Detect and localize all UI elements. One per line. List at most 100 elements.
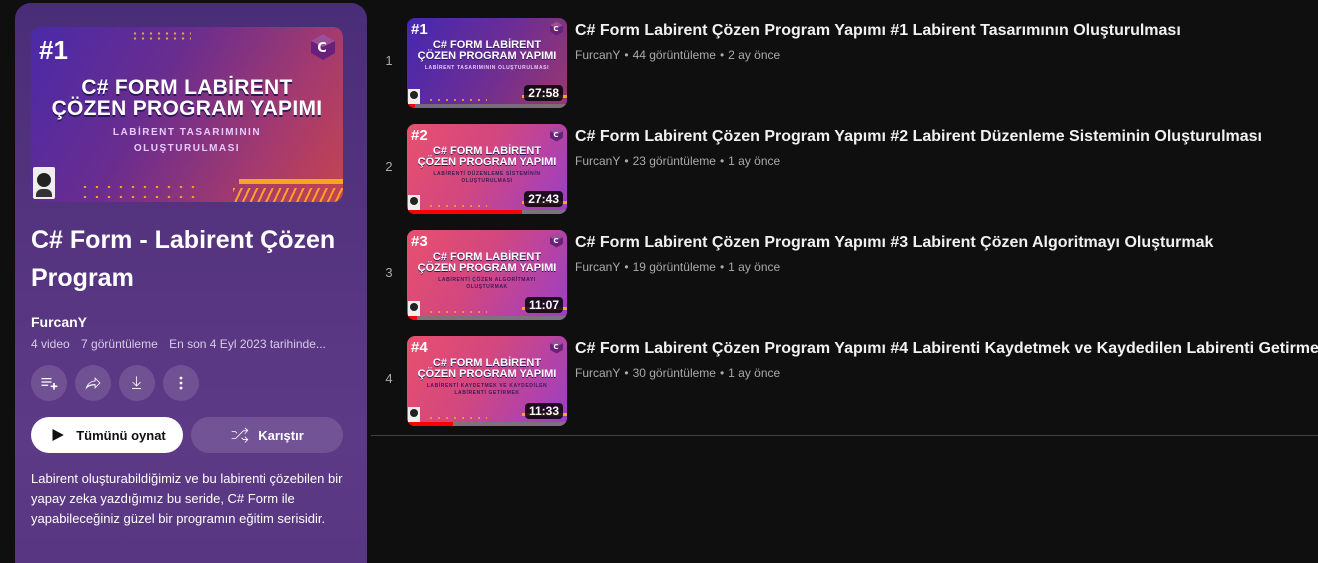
thumb-subtitle: LABİRENTİ DÜZENLEME SİSTEMİNİN OLUŞTURUL… <box>433 171 541 184</box>
cover-title-line2: ÇÖZEN PROGRAM YAPIMI <box>51 97 323 120</box>
video-count: 4 video <box>31 337 70 351</box>
playlist-video-row[interactable]: 2 #2 C C# FORM LABİRENT ÇÖZEN PROGRAM YAP… <box>371 118 1318 224</box>
video-info: C# Form Labirent Çözen Program Yapımı #4… <box>575 338 1318 380</box>
channel-name-link[interactable]: FurcanY <box>575 366 620 380</box>
csharp-logo-icon: C <box>550 233 563 248</box>
playlist-description: Labirent oluşturabildiğimiz ve bu labire… <box>31 471 343 526</box>
video-index: 2 <box>385 158 393 174</box>
watch-progress-fill <box>407 210 523 214</box>
thumb-avatar <box>408 407 420 422</box>
video-age: 1 ay önce <box>728 154 781 168</box>
playlist-meta: 4 video 7 görüntüleme En son 4 Eyl 2023 … <box>31 337 334 351</box>
cover-avatar <box>33 167 55 199</box>
download-button[interactable] <box>119 365 155 401</box>
video-views: 23 görüntüleme <box>632 154 716 168</box>
video-age: 2 ay önce <box>728 48 781 62</box>
cover-decoration <box>131 31 191 41</box>
play-all-label: Tümünü oynat <box>76 427 166 443</box>
watch-progress-bar <box>407 210 567 214</box>
shuffle-button[interactable]: Karıştır <box>191 417 343 453</box>
play-all-button[interactable]: Tümünü oynat <box>31 417 183 453</box>
save-to-library-button[interactable] <box>31 365 67 401</box>
cover-subtitle-line2: OLUŞTURULMASI <box>133 143 241 154</box>
thumb-number: #2 <box>411 127 428 144</box>
video-age: 1 ay önce <box>728 260 781 274</box>
thumb-subtitle: LABİRENTİ ÇÖZEN ALGORİTMAYI OLUŞTURMAK <box>438 277 536 290</box>
more-vert-icon <box>179 376 183 390</box>
meta-separator: • <box>719 366 725 380</box>
video-thumbnail[interactable]: #1 C C# FORM LABİRENT ÇÖZEN PROGRAM YAPIM… <box>407 18 567 108</box>
watch-progress-fill <box>407 422 454 426</box>
video-views: 30 görüntüleme <box>632 366 716 380</box>
watch-progress-bar <box>407 104 567 108</box>
video-info: C# Form Labirent Çözen Program Yapımı #1… <box>575 20 1308 62</box>
thumb-avatar <box>408 301 420 316</box>
svg-text:C: C <box>553 131 558 139</box>
video-age: 1 ay önce <box>728 366 781 380</box>
playlist-header-panel: #1 C C# FORM LABİRENT ÇÖZEN PROGRAM YAPI… <box>15 3 367 563</box>
channel-name-link[interactable]: FurcanY <box>575 48 620 62</box>
playlist-actions <box>31 365 199 401</box>
thumb-title-line2: ÇÖZEN PROGRAM YAPIMI <box>417 50 557 62</box>
thumb-subtitle: LABİRENTİ KAYDETMEK VE KAYDEDİLEN LABİRE… <box>426 383 548 396</box>
playlist-video-row[interactable]: 4 #4 C C# FORM LABİRENT ÇÖZEN PROGRAM YAP… <box>371 330 1318 436</box>
more-actions-button[interactable] <box>163 365 199 401</box>
video-meta: FurcanY • 23 görüntüleme • 1 ay önce <box>575 154 1308 168</box>
share-button[interactable] <box>75 365 111 401</box>
cover-decoration <box>79 196 199 198</box>
playlist-video-row[interactable]: 1 #1 C C# FORM LABİRENT ÇÖZEN PROGRAM YAP… <box>371 12 1318 118</box>
playlist-video-row[interactable]: 3 #3 C C# FORM LABİRENT ÇÖZEN PROGRAM YAP… <box>371 224 1318 330</box>
cover-subtitle: LABİRENT TASARIMININ OLUŞTURULMASI <box>31 125 343 157</box>
view-count: 7 görüntüleme <box>81 337 158 351</box>
cover-title: C# FORM LABİRENT ÇÖZEN PROGRAM YAPIMI <box>31 77 343 119</box>
svg-text:C: C <box>553 25 558 33</box>
video-info: C# Form Labirent Çözen Program Yapımı #3… <box>575 232 1308 274</box>
watch-progress-fill <box>407 316 417 320</box>
video-duration: 11:33 <box>524 403 563 419</box>
meta-separator: • <box>719 260 725 274</box>
video-title-link[interactable]: C# Form Labirent Çözen Program Yapımı #4… <box>575 338 1318 360</box>
video-title-link[interactable]: C# Form Labirent Çözen Program Yapımı #3… <box>575 232 1308 254</box>
video-duration: 27:58 <box>524 85 563 101</box>
video-title-link[interactable]: C# Form Labirent Çözen Program Yapımı #2… <box>575 126 1308 148</box>
thumb-number: #1 <box>411 21 428 38</box>
thumb-title-line2: ÇÖZEN PROGRAM YAPIMI <box>417 262 557 274</box>
playlist-title: C# Form - Labirent Çözen Program <box>31 226 336 292</box>
thumb-decoration <box>427 99 487 101</box>
list-divider <box>371 435 1318 436</box>
video-title-link[interactable]: C# Form Labirent Çözen Program Yapımı #1… <box>575 20 1308 42</box>
thumb-avatar <box>408 195 420 210</box>
svg-text:C: C <box>553 343 558 351</box>
video-duration: 27:43 <box>524 191 563 207</box>
cover-decoration <box>79 186 199 188</box>
csharp-logo-icon: C <box>550 21 563 36</box>
add-to-queue-icon <box>41 378 58 390</box>
cover-subtitle-line1: LABİRENT TASARIMININ <box>112 127 262 138</box>
channel-name-link[interactable]: FurcanY <box>575 260 620 274</box>
thumb-subtitle: LABİRENT TASARIMININ OLUŞTURULMASI <box>424 65 550 71</box>
csharp-logo-icon: C <box>311 34 335 60</box>
csharp-logo-icon: C <box>550 127 563 142</box>
last-updated: En son 4 Eyl 2023 tarihinde... <box>169 337 326 351</box>
thumb-decoration <box>427 311 487 313</box>
video-thumbnail[interactable]: #3 C C# FORM LABİRENT ÇÖZEN PROGRAM YAPIM… <box>407 230 567 320</box>
channel-name-link[interactable]: FurcanY <box>575 154 620 168</box>
download-icon <box>132 376 142 389</box>
svg-text:C: C <box>553 237 558 245</box>
video-index: 1 <box>385 52 393 68</box>
share-icon <box>85 377 101 390</box>
video-thumbnail[interactable]: #2 C C# FORM LABİRENT ÇÖZEN PROGRAM YAPIM… <box>407 124 567 214</box>
playlist-owner-link[interactable]: FurcanY <box>31 314 87 330</box>
video-meta: FurcanY • 19 görüntüleme • 1 ay önce <box>575 260 1308 274</box>
thumb-title-line2: ÇÖZEN PROGRAM YAPIMI <box>417 156 557 168</box>
meta-separator: • <box>624 154 629 168</box>
shuffle-icon <box>231 427 249 443</box>
cover-number: #1 <box>39 35 68 65</box>
playlist-cover-thumbnail[interactable]: #1 C C# FORM LABİRENT ÇÖZEN PROGRAM YAPI… <box>31 27 343 202</box>
meta-separator: • <box>624 260 629 274</box>
video-index: 4 <box>385 370 393 386</box>
video-thumbnail[interactable]: #4 C C# FORM LABİRENT ÇÖZEN PROGRAM YAPIM… <box>407 336 567 426</box>
video-views: 44 görüntüleme <box>632 48 716 62</box>
cover-title-line1: C# FORM LABİRENT <box>81 76 293 99</box>
cover-decoration <box>239 179 343 184</box>
